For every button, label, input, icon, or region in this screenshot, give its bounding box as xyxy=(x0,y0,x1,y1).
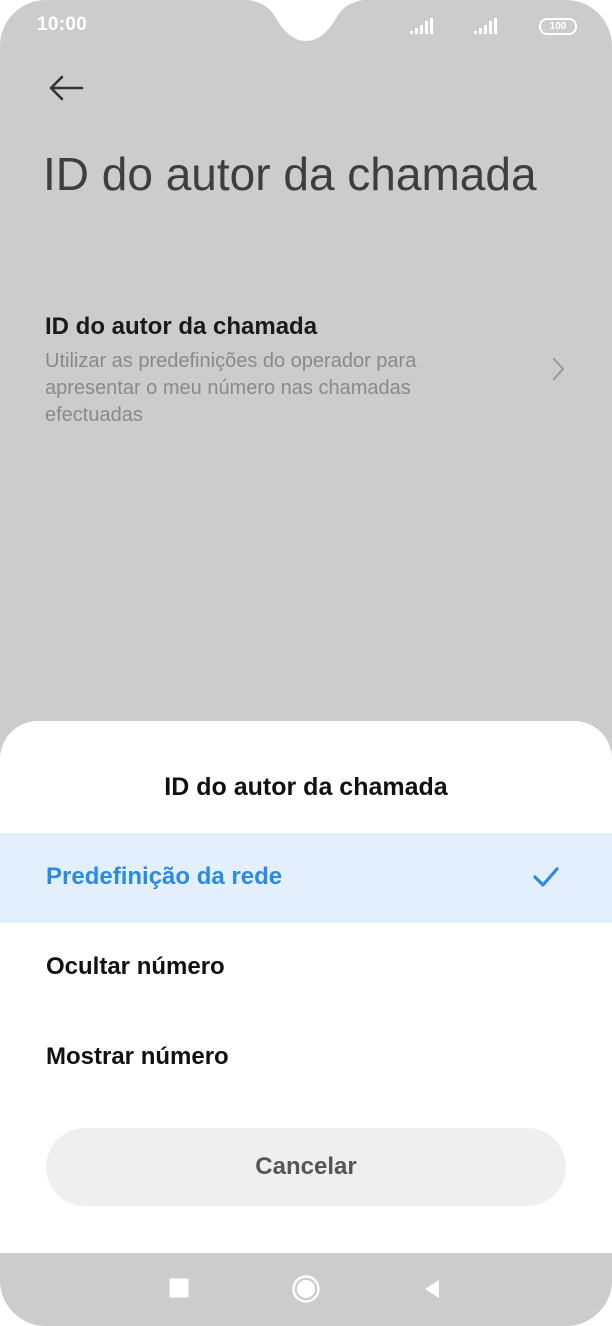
checkmark-icon xyxy=(533,867,559,887)
status-time: 10:00 xyxy=(37,14,88,35)
page-title: ID do autor da chamada xyxy=(43,148,537,200)
setting-description: Utilizar as predefinições do operador pa… xyxy=(45,350,417,426)
caller-id-dialog: ID do autor da chamada Predefinição da r… xyxy=(0,721,612,1253)
signal-icon xyxy=(410,18,433,34)
battery-icon: 100 xyxy=(539,18,577,35)
option-label: Predefinição da rede xyxy=(46,863,283,890)
option-show-number[interactable]: Mostrar número xyxy=(0,1013,612,1103)
chevron-right-icon xyxy=(553,358,564,380)
back-triangle-icon[interactable] xyxy=(422,1278,442,1300)
navigation-bar xyxy=(0,1253,612,1326)
option-label: Ocultar número xyxy=(46,953,225,980)
option-label: Mostrar número xyxy=(46,1043,229,1070)
signal-icon-2 xyxy=(474,18,497,34)
cancel-button[interactable]: Cancelar xyxy=(46,1128,566,1206)
setting-title: ID do autor da chamada xyxy=(45,313,318,340)
option-network-default[interactable]: Predefinição da rede xyxy=(0,833,612,923)
recent-apps-icon[interactable] xyxy=(169,1278,189,1298)
camera-notch xyxy=(248,0,364,41)
phone-screen: 10:00 100 ID do autor da chamada ID do a… xyxy=(0,0,612,1326)
home-icon[interactable] xyxy=(291,1274,321,1304)
dialog-title: ID do autor da chamada xyxy=(164,773,448,801)
back-arrow-icon[interactable] xyxy=(44,70,88,106)
caller-id-setting-item[interactable]: ID do autor da chamada Utilizar as prede… xyxy=(0,300,612,440)
option-hide-number[interactable]: Ocultar número xyxy=(0,923,612,1013)
status-bar: 10:00 100 xyxy=(0,0,612,52)
